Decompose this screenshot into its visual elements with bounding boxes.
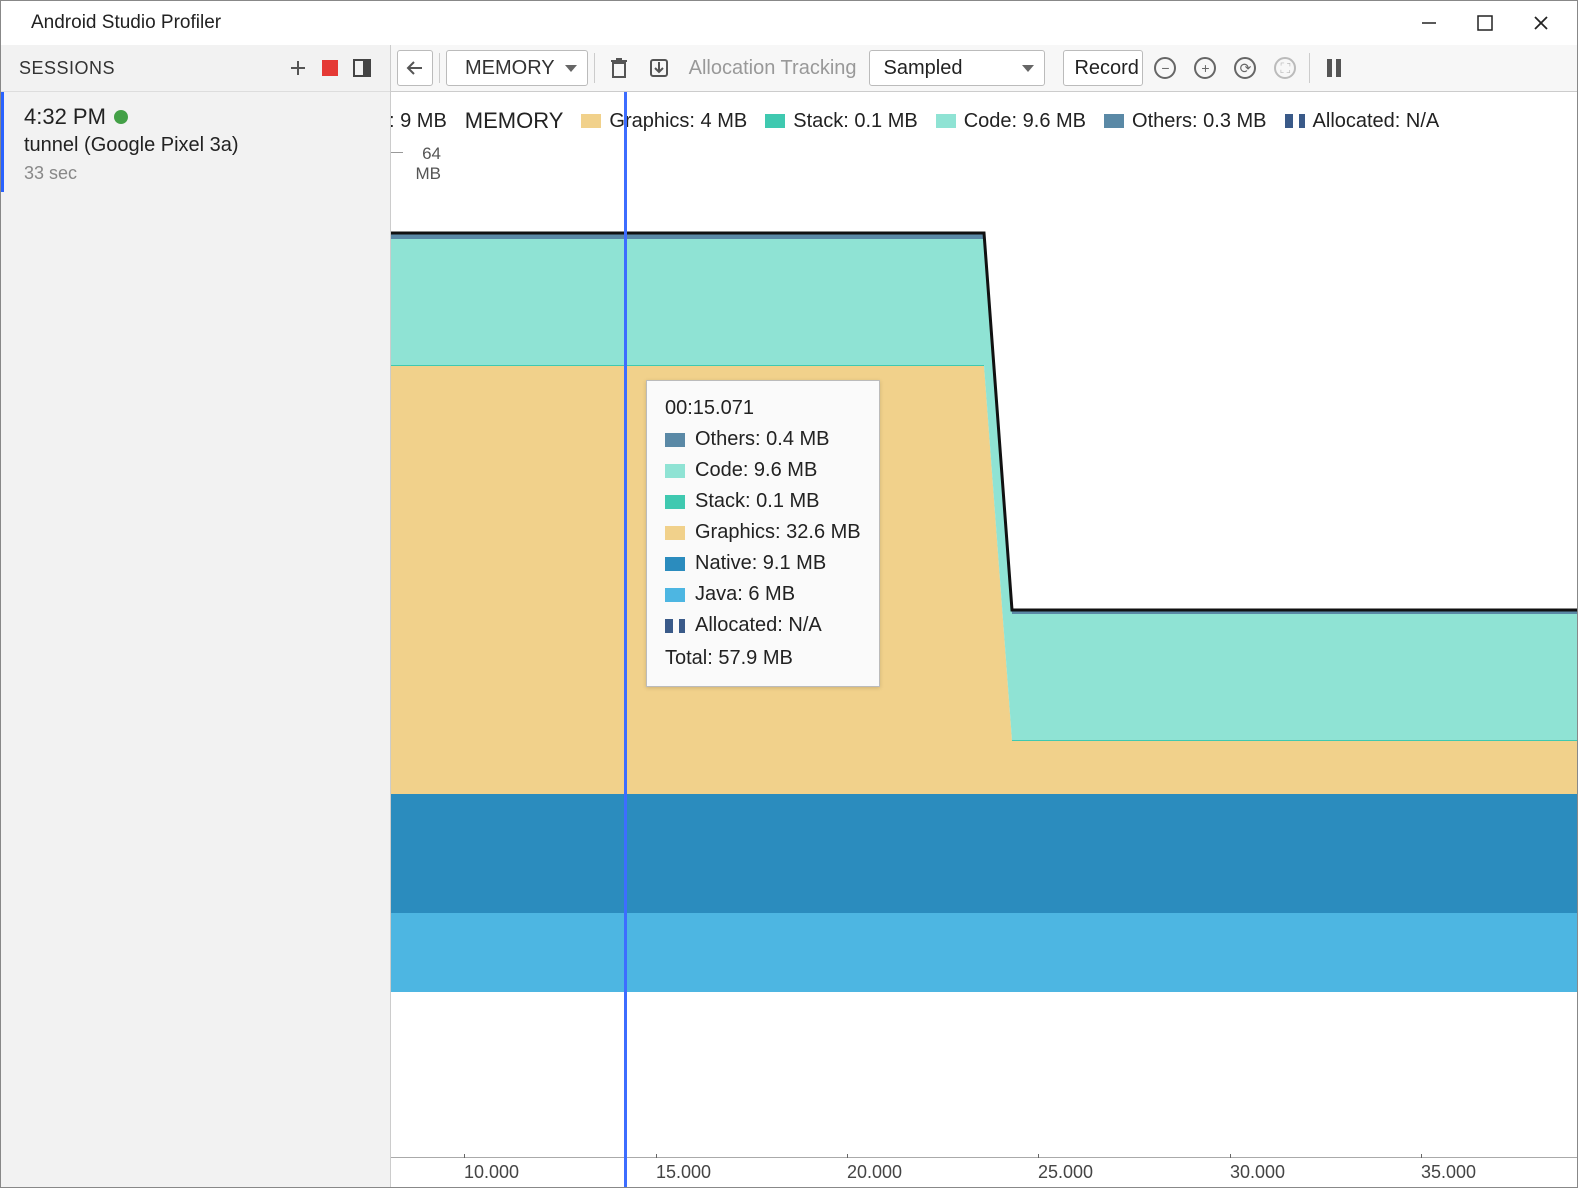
hover-tooltip: 00:15.071 Others: 0.4 MB Code: 9.6 MB St… <box>646 380 880 687</box>
record-button[interactable]: Record <box>1063 50 1143 86</box>
titlebar: Android Studio Profiler <box>1 1 1577 45</box>
zoom-reset-button[interactable]: ⟳ <box>1227 50 1263 86</box>
window: Android Studio Profiler SESSIONS 4:32 PM… <box>0 0 1578 1188</box>
sessions-panel: SESSIONS 4:32 PM tunnel (Google Pixel 3a… <box>1 45 391 1187</box>
chevron-down-icon <box>1022 65 1034 72</box>
import-button[interactable] <box>641 50 677 86</box>
minimize-button[interactable] <box>1401 7 1457 39</box>
delete-button[interactable] <box>601 50 637 86</box>
stop-session-button[interactable] <box>314 52 346 84</box>
allocation-tracking-label: Allocation Tracking <box>681 57 865 80</box>
session-device: tunnel (Google Pixel 3a) <box>24 134 372 157</box>
add-session-button[interactable] <box>282 52 314 84</box>
chevron-down-icon <box>565 65 577 72</box>
allocation-tracking-select[interactable]: Sampled <box>869 50 1046 86</box>
zoom-in-button[interactable]: + <box>1187 50 1223 86</box>
session-time: 4:32 PM <box>24 104 372 130</box>
sessions-label: SESSIONS <box>19 58 115 79</box>
profiler-type-dropdown[interactable]: MEMORY <box>446 50 588 86</box>
profiler-main: MEMORY Allocation Tracking Sampled Recor… <box>391 45 1577 1187</box>
session-elapsed: 33 sec <box>24 163 372 184</box>
back-button[interactable] <box>397 50 433 86</box>
zoom-fit-button[interactable]: ⛶ <box>1267 50 1303 86</box>
memory-chart[interactable]: : 9 MB MEMORY Graphics: 4 MB Stack: 0.1 … <box>391 92 1577 1187</box>
session-item[interactable]: 4:32 PM tunnel (Google Pixel 3a) 33 sec <box>1 92 390 192</box>
sessions-header: SESSIONS <box>1 45 390 92</box>
profiler-toolbar: MEMORY Allocation Tracking Sampled Recor… <box>391 45 1577 92</box>
zoom-out-button[interactable]: − <box>1147 50 1183 86</box>
tooltip-time: 00:15.071 <box>665 397 861 420</box>
chart-xaxis: 10.000 15.000 20.000 25.000 30.000 35.00… <box>391 1157 1577 1187</box>
window-title: Android Studio Profiler <box>31 12 221 34</box>
maximize-button[interactable] <box>1457 7 1513 39</box>
close-button[interactable] <box>1513 7 1569 39</box>
chart-svg <box>391 92 1577 1140</box>
pause-live-button[interactable] <box>1316 50 1352 86</box>
toggle-panel-button[interactable] <box>346 52 378 84</box>
timeline-cursor[interactable] <box>624 92 627 1187</box>
session-active-dot-icon <box>114 110 128 124</box>
